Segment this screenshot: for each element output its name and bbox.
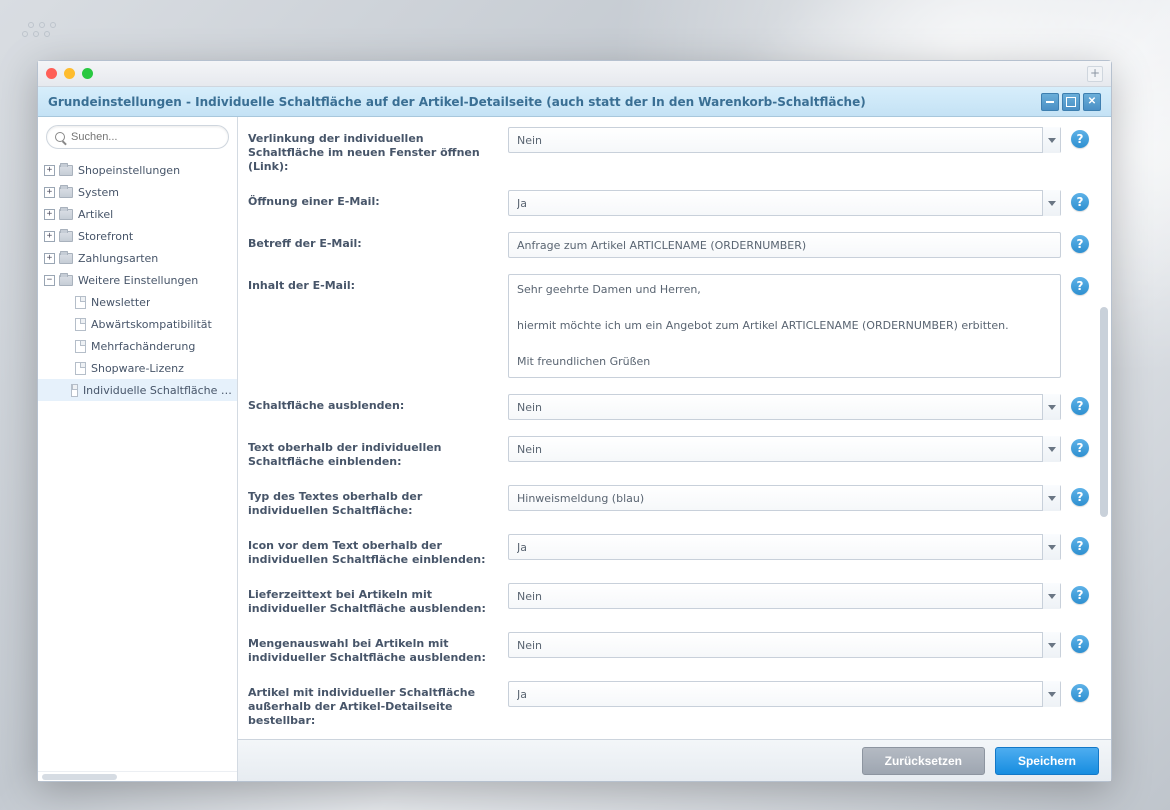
tree-storefront[interactable]: +Storefront [38, 225, 237, 247]
chevron-down-icon [1042, 485, 1060, 511]
window-header: Grundeinstellungen - Individuelle Schalt… [38, 87, 1111, 117]
select-icon-above[interactable]: Ja [508, 534, 1061, 560]
select-text-above-type[interactable]: Hinweismeldung (blau) [508, 485, 1061, 511]
help-icon[interactable]: ? [1071, 277, 1089, 295]
label-hide-button: Schaltfläche ausblenden: [248, 394, 508, 413]
select-open-email[interactable]: Ja [508, 190, 1061, 216]
select-link-newwin[interactable]: Nein [508, 127, 1061, 153]
select-orderable-outside[interactable]: Ja [508, 681, 1061, 707]
tree-system[interactable]: +System [38, 181, 237, 203]
help-icon[interactable]: ? [1071, 397, 1089, 415]
search-field[interactable] [46, 125, 229, 149]
chevron-down-icon [1042, 190, 1060, 216]
help-icon[interactable]: ? [1071, 635, 1089, 653]
label-hide-delivery: Lieferzeittext bei Artikeln mit individu… [248, 583, 508, 616]
settings-window: + Grundeinstellungen - Individuelle Scha… [37, 60, 1112, 782]
tree-zahlungsarten[interactable]: +Zahlungsarten [38, 247, 237, 269]
tree-newsletter[interactable]: Newsletter [38, 291, 237, 313]
window-title: Grundeinstellungen - Individuelle Schalt… [48, 95, 866, 109]
label-email-body: Inhalt der E-Mail: [248, 274, 508, 293]
input-email-subject[interactable]: Anfrage zum Artikel ARTICLENAME (ORDERNU… [508, 232, 1061, 258]
select-hide-qty[interactable]: Nein [508, 632, 1061, 658]
label-open-email: Öffnung einer E-Mail: [248, 190, 508, 209]
label-email-subject: Betreff der E-Mail: [248, 232, 508, 251]
footer-toolbar: Zurücksetzen Speichern [238, 739, 1111, 781]
tree-weitere-einstellungen[interactable]: −Weitere Einstellungen [38, 269, 237, 291]
tree-abwaertskompatibilitaet[interactable]: Abwärtskompatibilität [38, 313, 237, 335]
tree-individuelle-schaltflaeche[interactable]: Individuelle Schaltfläche auf der Artike… [38, 379, 237, 401]
sidebar-hscrollbar[interactable] [38, 771, 237, 781]
os-titlebar: + [38, 61, 1111, 87]
traffic-minimize[interactable] [64, 68, 75, 79]
tree-mehrfachaenderung[interactable]: Mehrfachänderung [38, 335, 237, 357]
new-tab-button[interactable]: + [1087, 66, 1103, 82]
chevron-down-icon [1042, 681, 1060, 707]
help-icon[interactable]: ? [1071, 439, 1089, 457]
select-hide-delivery[interactable]: Nein [508, 583, 1061, 609]
window-minimize-button[interactable] [1041, 93, 1059, 111]
help-icon[interactable]: ? [1071, 684, 1089, 702]
nav-tree: +Shopeinstellungen +System +Artikel +Sto… [38, 157, 237, 771]
chevron-down-icon [1042, 632, 1060, 658]
brand-logo [22, 22, 56, 37]
sidebar: +Shopeinstellungen +System +Artikel +Sto… [38, 117, 238, 781]
chevron-down-icon [1042, 127, 1060, 153]
textarea-email-body[interactable]: Sehr geehrte Damen und Herren, hiermit m… [508, 274, 1061, 378]
tree-shopware-lizenz[interactable]: Shopware-Lizenz [38, 357, 237, 379]
help-icon[interactable]: ? [1071, 193, 1089, 211]
traffic-close[interactable] [46, 68, 57, 79]
chevron-down-icon [1042, 394, 1060, 420]
label-hide-qty: Mengenauswahl bei Artikeln mit individue… [248, 632, 508, 665]
help-icon[interactable]: ? [1071, 235, 1089, 253]
traffic-zoom[interactable] [82, 68, 93, 79]
label-icon-above: Icon vor dem Text oberhalb der individue… [248, 534, 508, 567]
window-close-button[interactable]: ✕ [1083, 93, 1101, 111]
select-hide-button[interactable]: Nein [508, 394, 1061, 420]
chevron-down-icon [1042, 534, 1060, 560]
search-input[interactable] [71, 131, 220, 143]
window-maximize-button[interactable] [1062, 93, 1080, 111]
help-icon[interactable]: ? [1071, 586, 1089, 604]
form-vscrollbar[interactable] [1100, 125, 1108, 731]
tree-artikel[interactable]: +Artikel [38, 203, 237, 225]
label-orderable-outside: Artikel mit individueller Schaltfläche a… [248, 681, 508, 728]
tree-shopeinstellungen[interactable]: +Shopeinstellungen [38, 159, 237, 181]
help-icon[interactable]: ? [1071, 537, 1089, 555]
label-link-newwin: Verlinkung der individuellen Schaltfläch… [248, 127, 508, 174]
search-icon [55, 132, 65, 142]
chevron-down-icon [1042, 436, 1060, 462]
label-text-above-type: Typ des Textes oberhalb der individuelle… [248, 485, 508, 518]
chevron-down-icon [1042, 583, 1060, 609]
label-text-above-show: Text oberhalb der individuellen Schaltfl… [248, 436, 508, 469]
help-icon[interactable]: ? [1071, 488, 1089, 506]
help-icon[interactable]: ? [1071, 130, 1089, 148]
reset-button[interactable]: Zurücksetzen [862, 747, 985, 775]
form-area: Verlinkung der individuellen Schaltfläch… [238, 117, 1111, 739]
save-button[interactable]: Speichern [995, 747, 1099, 775]
select-text-above-show[interactable]: Nein [508, 436, 1061, 462]
